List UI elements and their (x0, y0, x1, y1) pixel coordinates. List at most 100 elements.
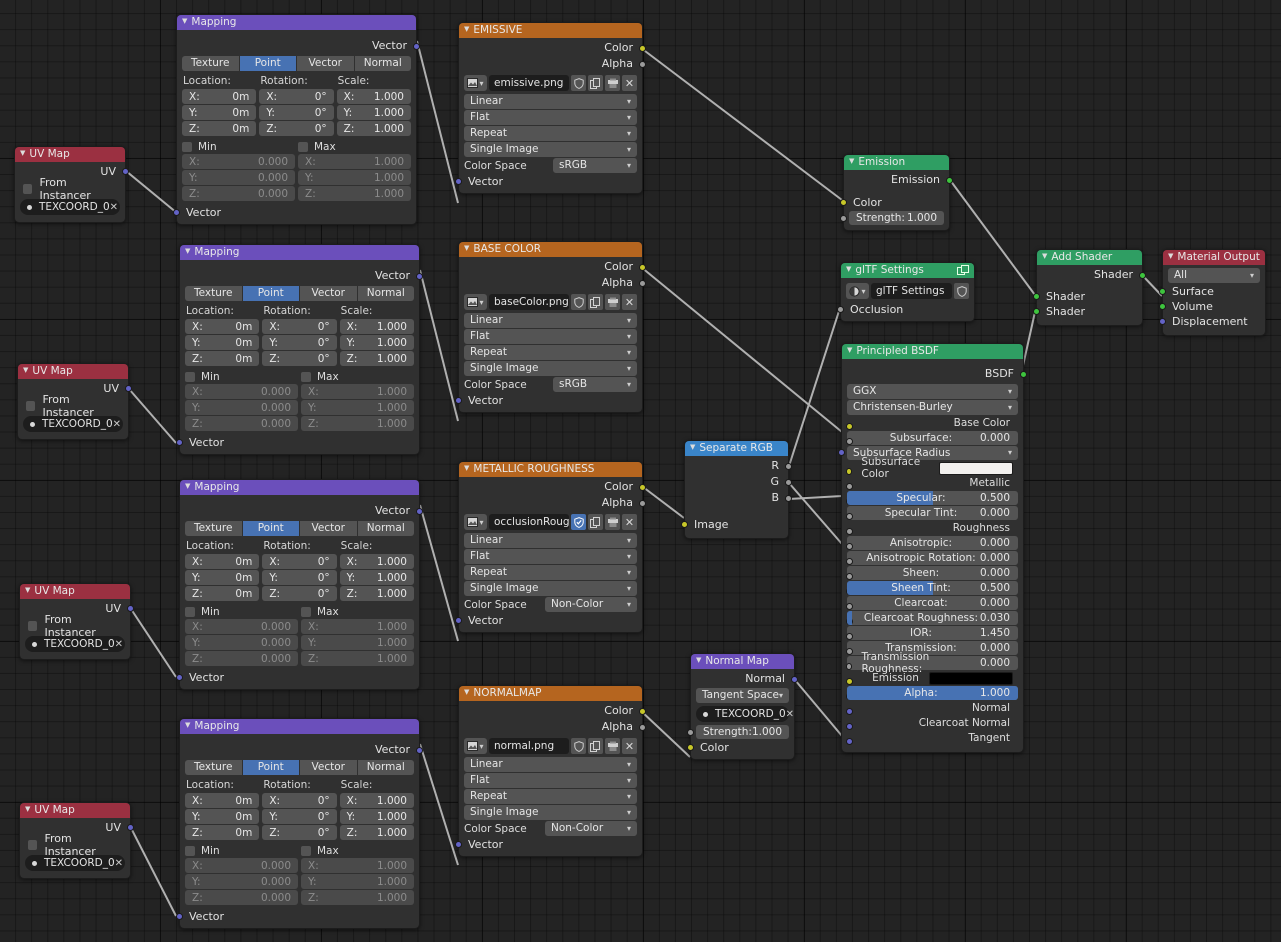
checkbox-min[interactable] (185, 372, 195, 382)
rotation-y[interactable]: Y: 0° (262, 809, 337, 824)
max-x[interactable]: X: 1.000 (298, 154, 411, 169)
min-x[interactable]: X: 0.000 (185, 384, 298, 399)
node-header[interactable]: ▼ UV Map (20, 584, 130, 599)
distribution-dropdown[interactable]: GGX ▾ (847, 384, 1018, 399)
tab-normal[interactable]: Normal (357, 286, 414, 301)
pack-image-icon[interactable] (605, 75, 620, 91)
image-browse-button[interactable]: ▾ (464, 514, 487, 530)
tab-vector[interactable]: Vector (300, 521, 357, 536)
new-image-copy-icon[interactable] (588, 738, 603, 754)
max-z[interactable]: Z: 1.000 (301, 651, 414, 666)
socket-r-output[interactable] (785, 463, 792, 470)
node-mapping-2[interactable]: ▼ Mapping Vector Texture Point Vector No… (176, 244, 423, 455)
tab-vector[interactable]: Vector (300, 286, 357, 301)
scale-y[interactable]: Y: 1.000 (339, 570, 414, 585)
scale-y[interactable]: Y: 1.000 (336, 105, 411, 120)
checkbox-max[interactable] (301, 372, 311, 382)
scale-x[interactable]: X: 1.000 (339, 554, 414, 569)
socket-alpha-output[interactable] (639, 61, 646, 68)
max-x[interactable]: X: 1.000 (301, 858, 414, 873)
tab-point[interactable]: Point (242, 286, 299, 301)
collapse-triangle-icon[interactable]: ▼ (696, 657, 701, 664)
unlink-image-icon[interactable]: ✕ (622, 738, 637, 754)
socket-base-color-input[interactable] (846, 422, 853, 430)
node-principled-bsdf[interactable]: ▼ Principled BSDF BSDF GGX ▾ Christensen-… (838, 343, 1027, 753)
group-name[interactable]: glTF Settings (871, 283, 952, 299)
node-mapping-3[interactable]: ▼ Mapping Vector Texture Point Vector No… (176, 479, 423, 690)
checkbox-from-instancer[interactable] (28, 840, 38, 850)
socket-subsurface-radius-input[interactable] (838, 449, 845, 456)
collapse-triangle-icon[interactable]: ▼ (464, 465, 469, 472)
rotation-y[interactable]: Y: 0° (262, 335, 337, 350)
source-dropdown[interactable]: Single Image ▾ (464, 142, 637, 157)
location-x[interactable]: X: 0m (182, 89, 257, 104)
fake-user-shield-icon[interactable] (571, 294, 586, 310)
checkbox-max[interactable] (301, 846, 311, 856)
min-toggle[interactable]: Min (182, 141, 295, 153)
max-toggle[interactable]: Max (301, 845, 414, 857)
uv-layer-field[interactable]: TEXCOORD_0 ✕ (696, 706, 794, 722)
location-y[interactable]: Y: 0m (182, 105, 257, 120)
min-y[interactable]: Y: 0.000 (185, 400, 298, 415)
new-image-copy-icon[interactable] (588, 75, 603, 91)
node-header[interactable]: ▼ Mapping (180, 480, 419, 495)
collapse-triangle-icon[interactable]: ▼ (846, 266, 851, 273)
socket-tangent-input[interactable] (846, 737, 853, 745)
min-toggle[interactable]: Min (185, 845, 298, 857)
min-z[interactable]: Z: 0.000 (185, 890, 298, 905)
socket-alpha-output[interactable] (639, 500, 646, 507)
scale-z[interactable]: Z: 1.000 (339, 351, 414, 366)
image-filename[interactable]: occlusionRoughn.. (489, 514, 569, 530)
fake-user-shield-icon[interactable] (571, 75, 586, 91)
input-sheen-tint[interactable]: Sheen Tint: 0.500 (846, 581, 1018, 595)
input-alpha[interactable]: Alpha: 1.000 (846, 686, 1018, 700)
min-x[interactable]: X: 0.000 (185, 858, 298, 873)
max-y[interactable]: Y: 1.000 (301, 400, 414, 415)
socket-b-output[interactable] (785, 495, 792, 502)
scale-z[interactable]: Z: 1.000 (339, 586, 414, 601)
socket-clearcoat-normal-input[interactable] (846, 722, 853, 730)
socket-normal-output[interactable] (791, 676, 798, 683)
pack-image-icon[interactable] (605, 294, 620, 310)
collapse-triangle-icon[interactable]: ▼ (185, 248, 190, 255)
normal-space-dropdown[interactable]: Tangent Space ▾ (696, 688, 789, 703)
location-z[interactable]: Z: 0m (185, 825, 260, 840)
socket-subsurface-input[interactable] (846, 437, 853, 445)
socket-occlusion-input[interactable] (837, 306, 844, 313)
image-browse-button[interactable]: ▾ (464, 294, 487, 310)
socket-strength-input[interactable] (687, 729, 694, 736)
input-transmission-roughness[interactable]: Transmission Roughness: 0.000 (846, 651, 1018, 675)
group-datablock-row[interactable]: ▾ glTF Settings (846, 283, 969, 299)
node-header[interactable]: ▼ Principled BSDF (842, 344, 1023, 359)
max-toggle[interactable]: Max (298, 141, 411, 153)
image-datablock-row[interactable]: ▾ baseColor.png ✕ (464, 294, 637, 310)
node-tree-browse-button[interactable]: ▾ (846, 283, 869, 299)
node-header[interactable]: ▼ Emission (844, 155, 949, 170)
socket-vector-input[interactable] (455, 178, 462, 185)
node-header[interactable]: ▼ UV Map (18, 364, 128, 379)
node-header[interactable]: ▼ UV Map (15, 147, 125, 162)
image-browse-button[interactable]: ▾ (464, 75, 487, 91)
node-header[interactable]: ▼ Mapping (177, 15, 416, 30)
pack-image-icon[interactable] (605, 514, 620, 530)
socket-g-output[interactable] (785, 479, 792, 486)
min-y[interactable]: Y: 0.000 (185, 874, 298, 889)
new-image-copy-icon[interactable] (588, 514, 603, 530)
source-dropdown[interactable]: Single Image ▾ (464, 805, 637, 820)
node-image-texture-metallic-roughness[interactable]: ▼ METALLIC ROUGHNESS Color Alpha ▾ occlu… (455, 461, 646, 633)
min-x[interactable]: X: 0.000 (182, 154, 295, 169)
scale-z[interactable]: Z: 1.000 (339, 825, 414, 840)
uv-layer-field[interactable]: TEXCOORD_0 ✕ (25, 636, 125, 652)
socket-uv-output[interactable] (122, 168, 129, 175)
socket-uv-output[interactable] (127, 824, 134, 831)
source-dropdown[interactable]: Single Image ▾ (464, 361, 637, 376)
max-toggle[interactable]: Max (301, 371, 414, 383)
tab-normal[interactable]: Normal (357, 760, 414, 775)
rotation-x[interactable]: X: 0° (262, 793, 337, 808)
extension-dropdown[interactable]: Repeat ▾ (464, 126, 637, 141)
node-material-output[interactable]: ▼ Material Output All ▾ Surface Volume Di… (1159, 249, 1266, 336)
socket-bsdf-output[interactable] (1020, 371, 1027, 378)
min-toggle[interactable]: Min (185, 606, 298, 618)
emission-color-swatch[interactable] (929, 671, 1013, 685)
socket-clearcoat-input[interactable] (846, 602, 853, 610)
